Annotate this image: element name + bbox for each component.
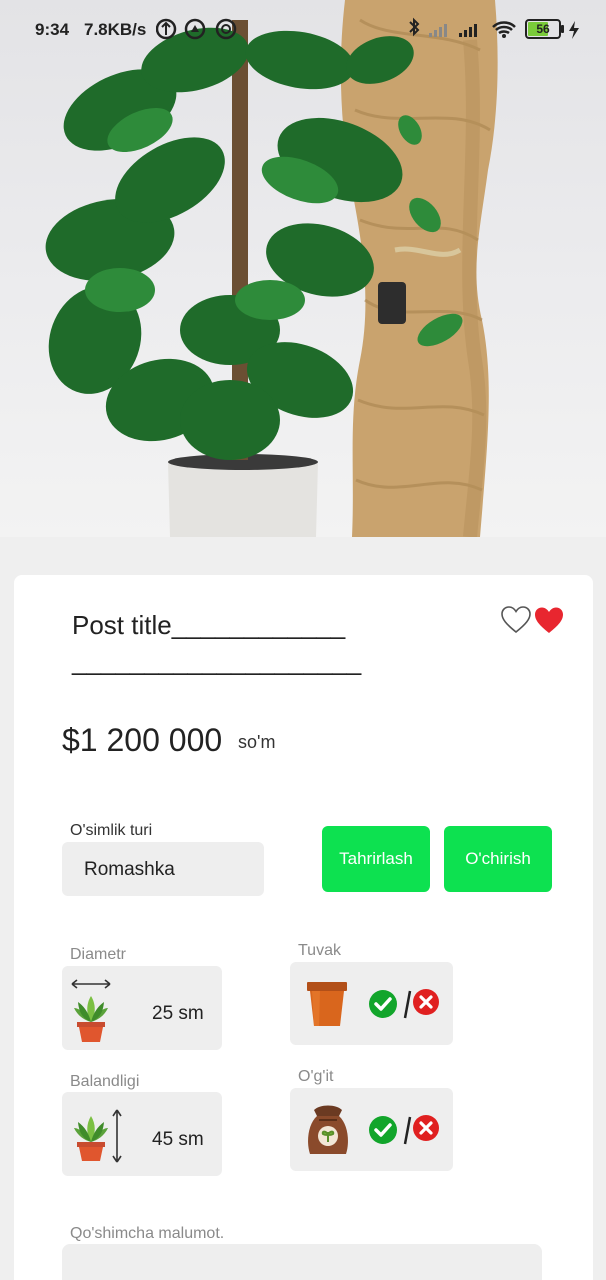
- diameter-value: 25 sm: [152, 1003, 204, 1024]
- yes-no-indicator: [369, 1115, 439, 1145]
- x-circle-icon: [413, 989, 439, 1015]
- plant-illustration: [45, 0, 498, 537]
- post-title-line2: ____________________: [72, 646, 362, 676]
- battery-icon: 56: [525, 19, 564, 39]
- post-title: Post title____________: [72, 610, 346, 640]
- height-value: 45 sm: [152, 1129, 204, 1150]
- diameter-box: 25 sm: [62, 966, 222, 1050]
- plant-type-field[interactable]: Romashka: [62, 842, 264, 896]
- fertilizer-box: [290, 1088, 453, 1171]
- plant-height-icon: [74, 1109, 122, 1163]
- edit-button[interactable]: Tahrirlash: [322, 826, 430, 892]
- status-network-speed: 7.8KB/s: [84, 20, 147, 39]
- heart-filled-icon[interactable]: [533, 605, 565, 635]
- x-circle-icon: [413, 1115, 439, 1141]
- battery-level: 56: [536, 22, 550, 36]
- check-circle-icon: [369, 1116, 397, 1144]
- pot-label: Tuvak: [298, 942, 341, 959]
- extra-info-field[interactable]: [62, 1244, 542, 1280]
- notification-icons: [156, 18, 237, 40]
- bluetooth-icon: [409, 17, 420, 37]
- charging-icon: [569, 21, 579, 39]
- fertilizer-label: O'g'it: [298, 1068, 334, 1085]
- price-currency: so'm: [238, 732, 276, 752]
- signal-icon-2: [459, 24, 477, 37]
- status-time: 9:34: [35, 20, 70, 39]
- plant-photo: [0, 0, 606, 537]
- system-status-icons: [409, 17, 516, 38]
- yes-no-indicator: [369, 989, 439, 1019]
- post-price: $1 200 000: [62, 722, 223, 758]
- pot-box: [290, 962, 453, 1045]
- height-label: Balandligi: [70, 1073, 140, 1090]
- plant-type-value: Romashka: [84, 859, 175, 880]
- plant-type-label: O'simlik turi: [70, 822, 153, 839]
- heart-outline-icon[interactable]: [500, 605, 532, 635]
- delete-button[interactable]: O'chirish: [444, 826, 552, 892]
- signal-icon-1: [429, 24, 447, 37]
- check-circle-icon: [369, 990, 397, 1018]
- flower-pot-icon: [307, 982, 347, 1026]
- height-box: 45 sm: [62, 1092, 222, 1176]
- extra-info-label: Qo'shimcha malumot.: [70, 1225, 225, 1242]
- fertilizer-bag-icon: [308, 1105, 348, 1154]
- status-bar: 9:34 7.8KB/s 56: [0, 0, 606, 58]
- diameter-label: Diametr: [70, 946, 127, 963]
- wifi-icon: [492, 21, 516, 35]
- plant-diameter-icon: [71, 979, 111, 1042]
